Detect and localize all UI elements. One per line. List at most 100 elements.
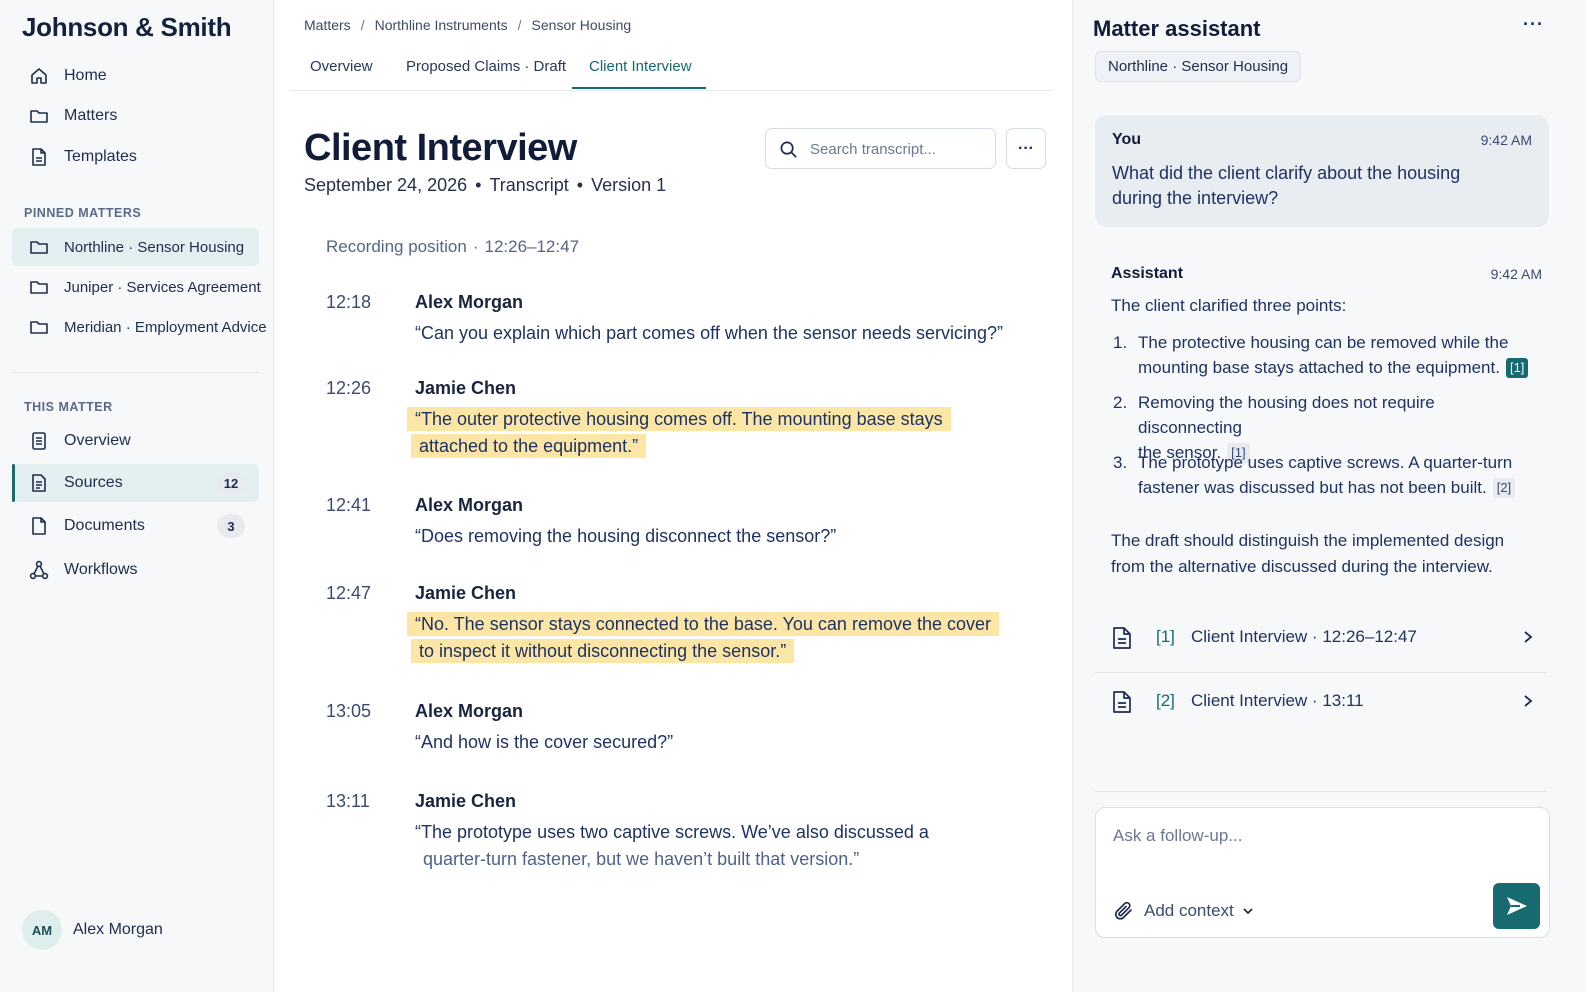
breadcrumb-northline[interactable]: Northline Instruments (375, 17, 508, 33)
source-link[interactable]: [2] Client Interview · 13:11 (1095, 674, 1547, 730)
entry-timestamp[interactable]: 12:26 (326, 378, 371, 399)
folder-icon (30, 281, 48, 294)
add-context-button[interactable]: Add context (1113, 900, 1254, 922)
entry-quote: “The prototype uses two captive screws. … (415, 819, 929, 873)
folder-icon (30, 321, 48, 334)
send-button[interactable] (1493, 883, 1540, 929)
entry-quote: “Does removing the housing disconnect th… (415, 523, 836, 550)
source-divider (1095, 672, 1547, 673)
list-document-icon (32, 474, 46, 492)
tab-overview[interactable]: Overview (310, 58, 373, 75)
message-time: 9:42 AM (1480, 132, 1532, 148)
entry-speaker: Jamie Chen (415, 378, 517, 398)
entry-timestamp[interactable]: 13:05 (326, 701, 371, 722)
meta-version: Version 1 (591, 175, 667, 195)
entry-timestamp[interactable]: 12:47 (326, 583, 371, 604)
sources-count-badge: 12 (217, 471, 245, 495)
pinned-northline[interactable]: Northline · Sensor Housing (12, 228, 259, 266)
point-line: fastener was discussed but has not been … (1138, 478, 1487, 497)
point-line: The prototype uses captive screws. A qua… (1138, 453, 1513, 472)
nav-matters[interactable]: Matters (12, 97, 259, 135)
quote-line-highlighted: “The outer protective housing comes off.… (407, 407, 951, 431)
transcript-search[interactable] (765, 128, 996, 169)
message-time: 9:42 AM (1490, 266, 1542, 282)
chevron-down-icon (1243, 908, 1253, 915)
folder-icon (30, 241, 48, 254)
pinned-label: Meridian · Employment Advice (64, 318, 267, 336)
message-author: You (1112, 131, 1142, 148)
document-icon (32, 148, 46, 166)
source-link[interactable]: [1] Client Interview · 12:26–12:47 (1095, 610, 1547, 666)
pinned-label: Northline · Sensor Housing (64, 238, 245, 256)
list-document-icon (32, 432, 46, 450)
more-options-button[interactable]: ··· (1006, 128, 1046, 169)
nav-templates[interactable]: Templates (12, 138, 259, 176)
document-icon (32, 517, 46, 535)
nav-label: Sources (64, 474, 123, 491)
composer-divider (1095, 791, 1547, 792)
point-text: The prototype uses captive screws. A qua… (1138, 450, 1538, 500)
matter-nav-sources[interactable]: Sources 12 (12, 464, 259, 502)
entry-timestamp[interactable]: 13:11 (326, 791, 370, 812)
entry-quote-highlighted: “The outer protective housing comes off.… (407, 406, 951, 460)
entry-speaker: Alex Morgan (415, 495, 524, 515)
source-label: Client Interview · 13:11 (1191, 691, 1364, 710)
source-label: Client Interview · 12:26–12:47 (1191, 627, 1417, 646)
nav-label: Overview (64, 432, 131, 449)
nav-label: Templates (64, 148, 137, 165)
matter-nav-workflows[interactable]: Workflows (12, 551, 259, 589)
add-context-label: Add context (1144, 901, 1234, 920)
send-icon (1506, 897, 1527, 915)
active-tab-indicator (572, 87, 706, 89)
matter-nav-documents[interactable]: Documents 3 (12, 507, 259, 545)
user-name: Alex Morgan (73, 921, 163, 938)
assistant-more-button[interactable]: ··· (1523, 14, 1544, 35)
nav-label: Workflows (64, 561, 138, 578)
search-icon (780, 141, 797, 158)
matter-nav-overview[interactable]: Overview (12, 422, 259, 460)
follow-up-input[interactable] (1113, 826, 1533, 856)
assistant-title: Matter assistant (1093, 16, 1261, 41)
entry-quote: “And how is the cover secured?” (415, 729, 673, 756)
meta-separator: • (576, 175, 584, 195)
brand-name: Johnson & Smith (22, 12, 232, 42)
workflow-icon (29, 560, 49, 580)
sidebar: Johnson & Smith Home Matters Templates P… (0, 0, 274, 992)
chevron-right-icon (1524, 695, 1533, 707)
page-title: Client Interview (304, 127, 577, 169)
breadcrumb-matters[interactable]: Matters (304, 17, 351, 33)
entry-timestamp[interactable]: 12:41 (326, 495, 371, 516)
user-profile[interactable]: AM Alex Morgan (22, 910, 163, 950)
quote-line: “And how is the cover secured?” (415, 732, 674, 752)
quote-line: quarter-turn fastener, but we haven’t bu… (423, 849, 860, 869)
quote-line-highlighted: to inspect it without disconnecting the … (411, 639, 795, 663)
document-icon (1113, 627, 1131, 649)
point-line: Removing the housing does not require di… (1138, 393, 1435, 437)
chevron-right-icon (1524, 631, 1533, 643)
meta-type: Transcript (489, 175, 569, 195)
pinned-juniper[interactable]: Juniper · Services Agreement (12, 268, 261, 306)
entry-speaker: Jamie Chen (415, 583, 517, 603)
nav-label: Documents (64, 517, 145, 534)
entry-speaker: Alex Morgan (415, 292, 524, 312)
citation-badge[interactable]: [1] (1505, 358, 1529, 378)
citation-badge[interactable]: [2] (1492, 478, 1516, 498)
pinned-meridian[interactable]: Meridian · Employment Advice (12, 308, 267, 346)
tab-proposed-claims[interactable]: Proposed Claims · Draft (406, 58, 566, 75)
context-chip[interactable]: Northline · Sensor Housing (1095, 51, 1302, 82)
breadcrumb-sensor-housing[interactable]: Sensor Housing (532, 17, 632, 33)
sidebar-divider (12, 372, 259, 373)
quote-line: “The prototype uses two captive screws. … (415, 822, 929, 842)
point-number: 3. (1113, 453, 1128, 472)
nav-home[interactable]: Home (12, 57, 259, 95)
main-content: Matters / Northline Instruments / Sensor… (274, 0, 1072, 992)
point-line: The protective housing can be removed wh… (1138, 333, 1509, 352)
documents-count-badge: 3 (217, 514, 245, 538)
entry-timestamp[interactable]: 12:18 (326, 292, 371, 313)
user-message: You 9:42 AM What did the client clarify … (1095, 115, 1549, 227)
message-composer: Add context (1095, 807, 1550, 938)
tab-bar: Overview Proposed Claims · Draft Client … (290, 52, 1052, 91)
tab-client-interview[interactable]: Client Interview (589, 58, 692, 75)
search-input[interactable] (810, 137, 986, 161)
nav-label: Matters (64, 107, 118, 124)
